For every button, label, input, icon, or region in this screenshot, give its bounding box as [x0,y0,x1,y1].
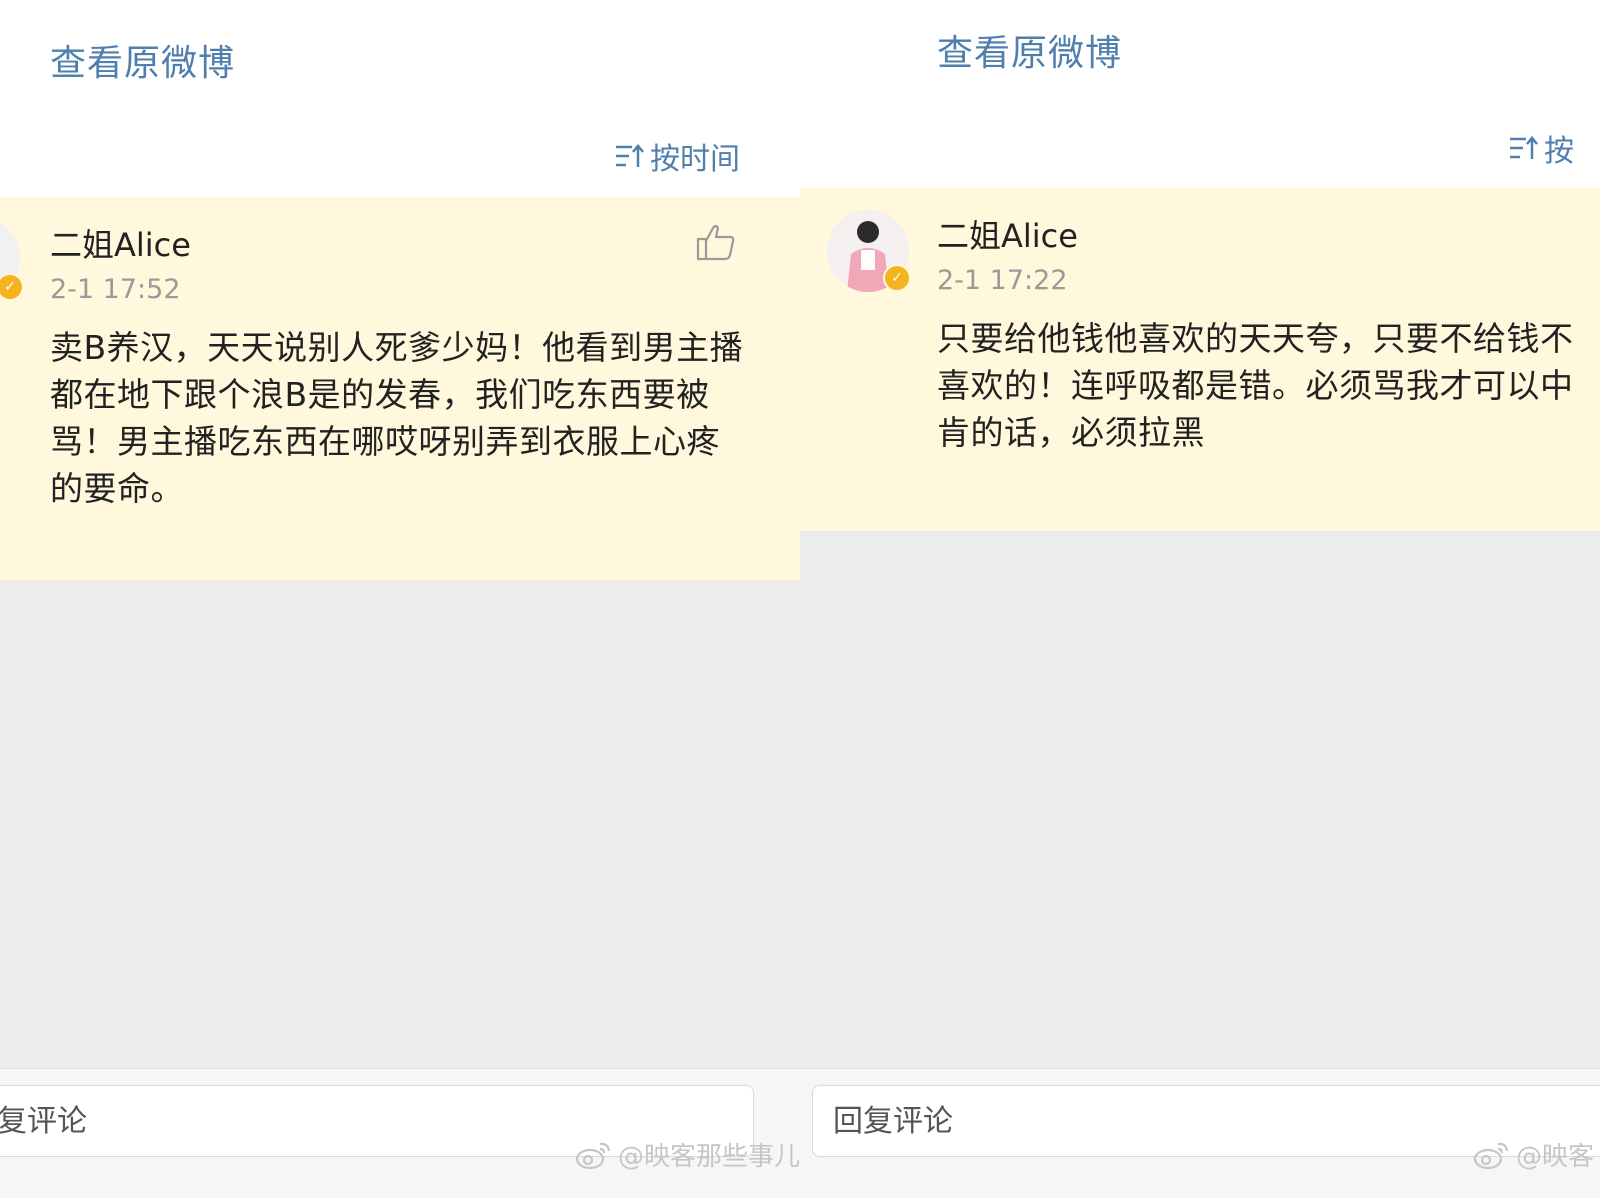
sort-time-icon [616,144,644,167]
sort-label: 按 [1544,134,1574,169]
sort-label: 按时间 [650,142,740,177]
right-screenshot-panel: 查看原微博 按 ✓ 二姐Alice 2-1 17:22 只要给他钱他喜欢的天天夸… [800,0,1600,1198]
timestamp: 2-1 17:52 [50,274,181,305]
left-screenshot-panel: 查看原微博 按时间 ✓ 二姐Alice 2-1 17:52 卖B养汉，天天说别人… [0,0,800,1198]
watermark: @映客那些事儿 [574,1136,800,1173]
timestamp: 2-1 17:22 [937,265,1068,296]
watermark: @映客 [1472,1136,1594,1173]
weibo-logo-icon [1473,1142,1509,1169]
view-original-link[interactable]: 查看原微博 [50,34,235,86]
empty-area [800,531,1600,1068]
sort-by-time-button[interactable]: 按时间 [614,134,740,178]
watermark-text: @映客那些事儿 [618,1142,800,1172]
watermark-text: @映客 [1516,1142,1595,1172]
comment-item: ✓ 二姐Alice 2-1 17:22 只要给他钱他喜欢的天天夸，只要不给钱不喜… [800,188,1600,531]
comment-text: 卖B养汉，天天说别人死爹少妈！他看到男主播都在地下跟个浪B是的发春，我们吃东西要… [50,328,744,508]
verified-badge-icon: ✓ [0,273,24,301]
username[interactable]: 二姐Alice [937,211,1078,257]
verified-badge-icon: ✓ [883,264,911,292]
reply-bar: 回复评论 [800,1068,1600,1198]
username[interactable]: 二姐Alice [50,220,191,266]
thumbs-up-icon[interactable] [694,221,738,265]
reply-bar: 复评论 [0,1068,800,1198]
comment-text: 只要给他钱他喜欢的天天夸，只要不给钱不喜欢的！连呼吸都是错。必须骂我才可以中肯的… [937,319,1574,452]
sort-by-time-button[interactable]: 按 [1508,126,1574,170]
header: 查看原微博 按时间 [0,0,800,197]
empty-area [0,580,800,1068]
header: 查看原微博 按 [800,0,1600,188]
weibo-logo-icon [575,1142,611,1169]
sort-time-icon [1510,136,1538,159]
comment-item: ✓ 二姐Alice 2-1 17:52 卖B养汉，天天说别人死爹少妈！他看到男主… [0,197,800,580]
view-original-link[interactable]: 查看原微博 [937,24,1122,76]
